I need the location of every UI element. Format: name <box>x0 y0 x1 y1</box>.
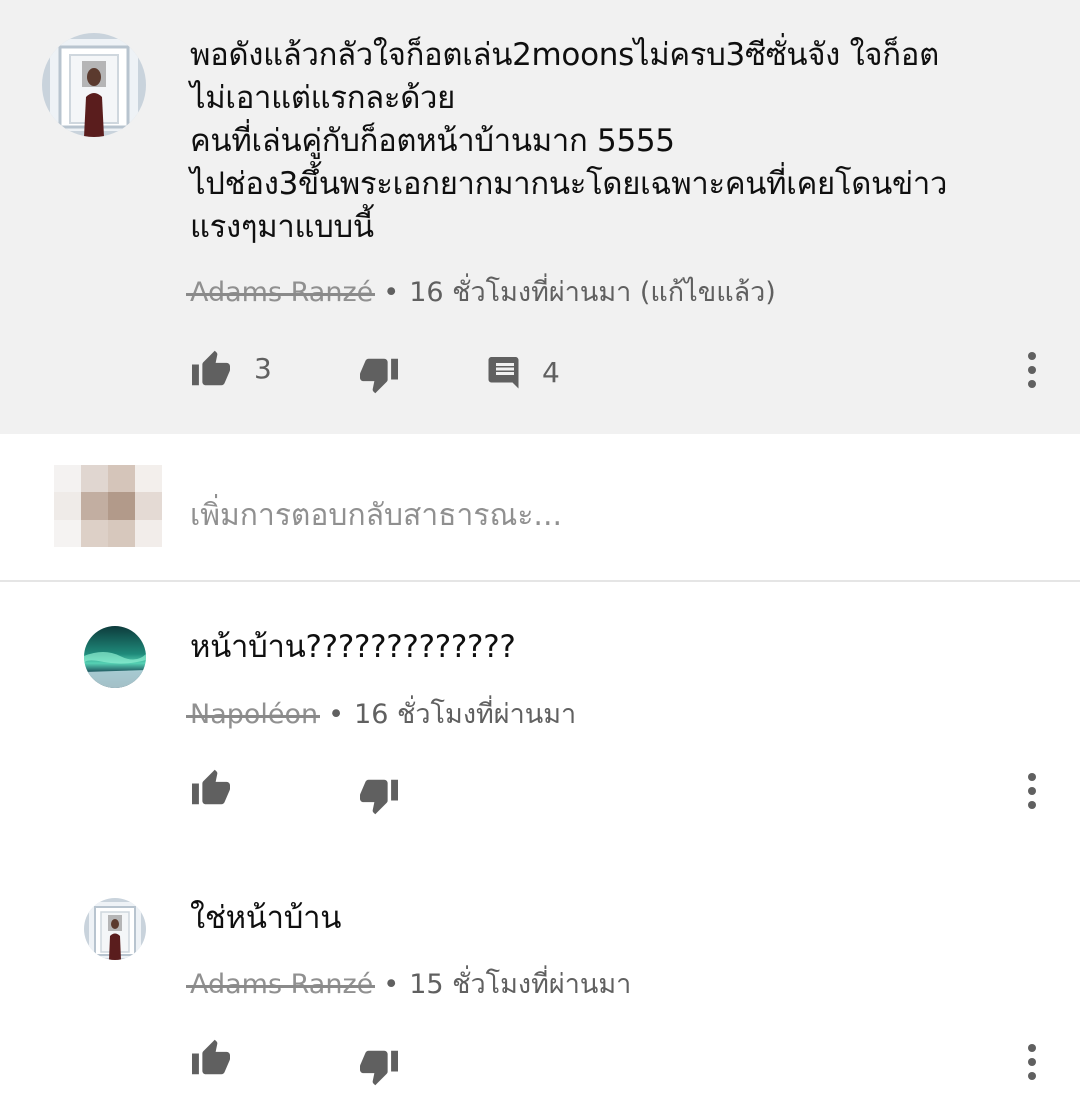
reply-input[interactable]: เพิ่มการตอบกลับสาธารณะ... <box>190 492 562 539</box>
meta-separator: • <box>328 699 345 730</box>
author-name[interactable]: Adams Ranzé <box>185 969 376 1000</box>
current-user-avatar[interactable] <box>54 465 162 547</box>
more-vert-icon[interactable] <box>1026 1044 1038 1080</box>
comment-line: ไม่เอาแต่แรกละด้วย <box>190 80 456 116</box>
thumb-down-icon <box>360 1050 398 1086</box>
comment-line: แรงๆมาแบบนี้ <box>190 209 374 245</box>
reply-count-button[interactable]: 4 <box>486 354 560 390</box>
commenter-avatar[interactable] <box>42 33 146 137</box>
comment-line: พอดังแล้วกลัวใจก็อตเล่น2moonsไม่ครบ3ซีซั… <box>190 37 939 73</box>
reply-count: 4 <box>542 355 560 389</box>
commenter-avatar[interactable] <box>84 898 146 960</box>
reply-meta: Napoléon • 16 ชั่วโมงที่ผ่านมา <box>185 692 577 735</box>
thumb-down-icon <box>360 358 398 394</box>
thumb-down-icon <box>360 779 398 815</box>
reply-text: ใช่หน้าบ้าน <box>190 900 342 936</box>
dislike-button[interactable] <box>358 357 400 395</box>
meta-separator: • <box>383 277 400 308</box>
meta-separator: • <box>383 969 400 1000</box>
reply-timestamp: 16 ชั่วโมงที่ผ่านมา <box>354 699 577 730</box>
comment-timestamp: 16 ชั่วโมงที่ผ่านมา (แก้ไขแล้ว) <box>409 277 776 308</box>
like-count: 3 <box>254 351 272 385</box>
comment-line: ไปช่อง3ขึ้นพระเอกยากมากนะโดยเฉพาะคนที่เค… <box>190 166 948 202</box>
like-button[interactable]: 3 <box>190 349 272 387</box>
more-vert-icon[interactable] <box>1026 773 1038 809</box>
thumb-up-icon <box>192 769 230 805</box>
add-reply-box: เพิ่มการตอบกลับสาธารณะ... <box>0 434 1080 582</box>
comment-meta: Adams Ranzé • 16 ชั่วโมงที่ผ่านมา (แก้ไขแล… <box>185 270 776 313</box>
comment-line: คนที่เล่นคู่กับก็อตหน้าบ้านมาก 5555 <box>190 123 675 159</box>
thumb-up-icon <box>192 350 230 386</box>
author-name[interactable]: Adams Ranzé <box>185 277 376 308</box>
comment-text: พอดังแล้วกลัวใจก็อตเล่น2moonsไม่ครบ3ซีซั… <box>190 34 1050 249</box>
dislike-button[interactable] <box>358 778 400 816</box>
reply-text: หน้าบ้าน????????????? <box>190 629 516 665</box>
reply-meta: Adams Ranzé • 15 ชั่วโมงที่ผ่านมา <box>185 962 632 1005</box>
author-name[interactable]: Napoléon <box>185 699 321 730</box>
comment-icon <box>488 357 519 389</box>
commenter-avatar[interactable] <box>84 626 146 688</box>
highlighted-comment: พอดังแล้วกลัวใจก็อตเล่น2moonsไม่ครบ3ซีซั… <box>0 0 1080 434</box>
reply-timestamp: 15 ชั่วโมงที่ผ่านมา <box>409 969 632 1000</box>
thumb-up-icon <box>192 1039 230 1075</box>
more-vert-icon[interactable] <box>1026 352 1038 388</box>
like-button[interactable] <box>190 768 232 806</box>
like-button[interactable] <box>190 1038 232 1076</box>
dislike-button[interactable] <box>358 1049 400 1087</box>
